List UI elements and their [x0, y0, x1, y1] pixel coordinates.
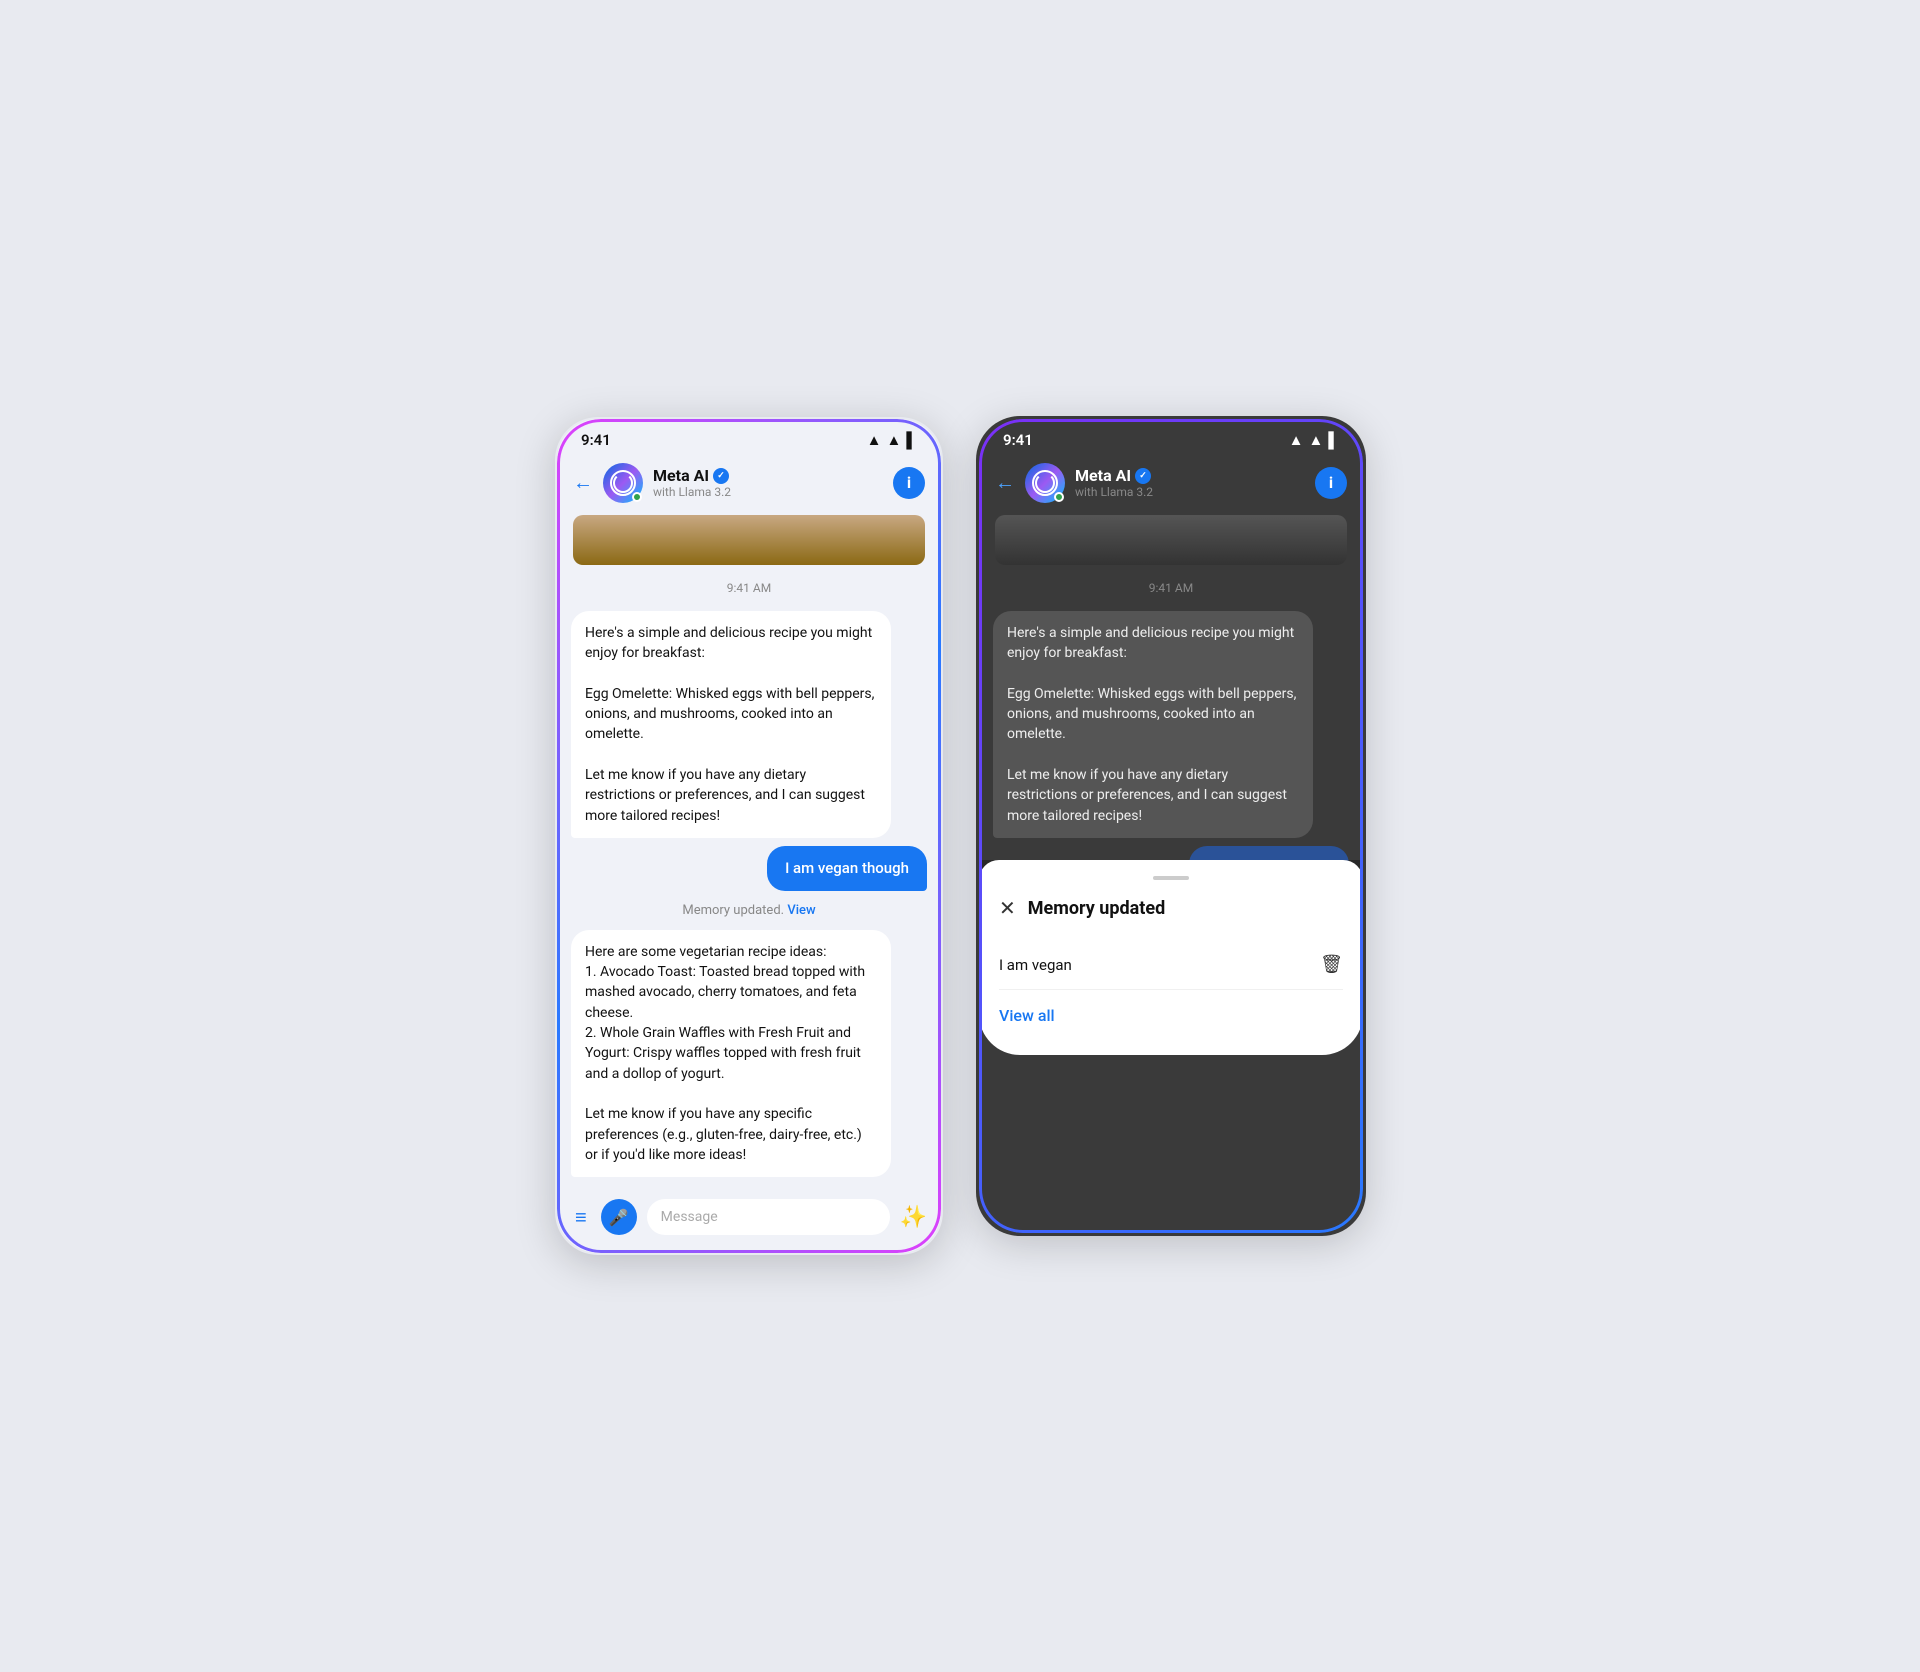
- back-button-light[interactable]: ←: [573, 470, 593, 495]
- status-bar-light: 9:41 ▲ ▲ ▌: [557, 419, 941, 455]
- ai-name-light: Meta AI: [653, 466, 709, 485]
- info-button-light[interactable]: i: [893, 467, 925, 499]
- online-dot-dark: [1054, 492, 1064, 502]
- sheet-header: ✕ Memory updated: [999, 896, 1343, 920]
- image-preview-dark: [995, 515, 1347, 565]
- delete-memory-button[interactable]: 🗑: [1320, 954, 1343, 975]
- ai-subtitle-dark: with Llama 3.2: [1075, 485, 1305, 499]
- user-message-light: I am vegan though: [767, 846, 927, 891]
- memory-item-text: I am vegan: [999, 956, 1072, 974]
- ai-message-2-light: Here are some vegetarian recipe ideas: 1…: [571, 930, 891, 1177]
- ai-name-dark: Meta AI: [1075, 466, 1131, 485]
- sheet-close-button[interactable]: ✕: [999, 896, 1016, 920]
- bottom-sheet-overlay[interactable]: ✕ Memory updated I am vegan 🗑 View all: [979, 860, 1363, 1055]
- ai-message-1-light: Here's a simple and delicious recipe you…: [571, 611, 891, 838]
- battery-icon-dark: ▌: [1328, 431, 1339, 449]
- sparkle-button-light[interactable]: ✨: [900, 1205, 927, 1230]
- timestamp-dark: 9:41 AM: [993, 581, 1349, 595]
- phone-light: 9:41 ▲ ▲ ▌ ← Meta AI: [554, 416, 944, 1256]
- signal-icon-dark: ▲: [1309, 431, 1324, 449]
- view-all-button[interactable]: View all: [999, 1006, 1343, 1025]
- header-info-light: Meta AI ✓ with Llama 3.2: [653, 466, 883, 499]
- chat-header-light: ← Meta AI ✓ with Llama 3.2 i: [557, 455, 941, 515]
- menu-icon-light[interactable]: ≡: [571, 1201, 591, 1234]
- time-light: 9:41: [581, 431, 611, 449]
- memory-bottom-sheet: ✕ Memory updated I am vegan 🗑 View all: [979, 860, 1363, 1055]
- battery-icon-light: ▌: [906, 431, 917, 449]
- ai-avatar-dark: [1025, 463, 1065, 503]
- memory-view-link-light[interactable]: View: [787, 903, 815, 918]
- ai-avatar-light: [603, 463, 643, 503]
- online-dot-light: [632, 492, 642, 502]
- sheet-title: Memory updated: [1028, 898, 1343, 919]
- image-preview-light: [573, 515, 925, 565]
- memory-list-item: I am vegan 🗑: [999, 940, 1343, 990]
- ai-subtitle-light: with Llama 3.2: [653, 485, 883, 499]
- status-icons-light: ▲ ▲ ▌: [867, 431, 917, 449]
- header-info-dark: Meta AI ✓ with Llama 3.2: [1075, 466, 1305, 499]
- signal-icon-light: ▲: [887, 431, 902, 449]
- mic-button-light[interactable]: 🎤: [601, 1199, 637, 1235]
- verified-badge-dark: ✓: [1135, 468, 1151, 484]
- verified-badge-light: ✓: [713, 468, 729, 484]
- wifi-icon-dark: ▲: [1289, 431, 1304, 449]
- status-bar-dark: 9:41 ▲ ▲ ▌: [979, 419, 1363, 455]
- status-icons-dark: ▲ ▲ ▌: [1289, 431, 1339, 449]
- time-dark: 9:41: [1003, 431, 1033, 449]
- chat-header-dark: ← Meta AI ✓ with Llama 3.2 i: [979, 455, 1363, 515]
- phone-dark: 9:41 ▲ ▲ ▌ ← Meta AI: [976, 416, 1366, 1236]
- sheet-handle: [1153, 876, 1189, 880]
- input-bar-light: ≡ 🎤 Message ✨: [557, 1189, 941, 1253]
- timestamp-light: 9:41 AM: [571, 581, 927, 595]
- wifi-icon-light: ▲: [867, 431, 882, 449]
- chat-area-light[interactable]: 9:41 AM Here's a simple and delicious re…: [557, 565, 941, 1189]
- info-button-dark[interactable]: i: [1315, 467, 1347, 499]
- ai-message-1-dark: Here's a simple and delicious recipe you…: [993, 611, 1313, 838]
- message-input-light[interactable]: Message: [647, 1199, 890, 1235]
- back-button-dark[interactable]: ←: [995, 470, 1015, 495]
- memory-note-light: Memory updated. View: [571, 903, 927, 918]
- screen-container: 9:41 ▲ ▲ ▌ ← Meta AI: [554, 416, 1366, 1256]
